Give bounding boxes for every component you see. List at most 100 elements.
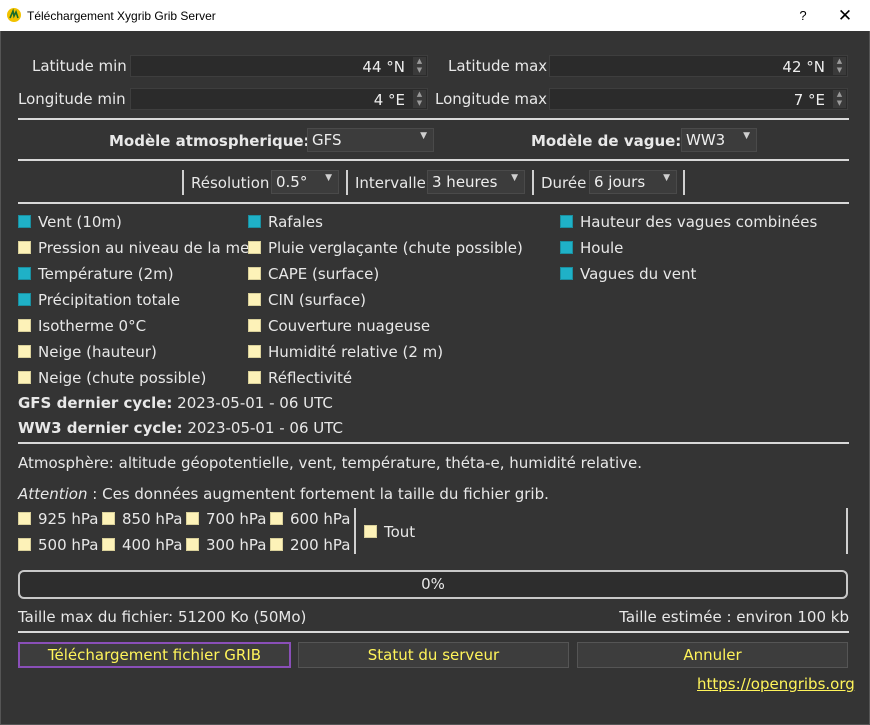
checkbox-indicator[interactable] [186, 538, 199, 551]
separator [182, 170, 184, 195]
duration-select[interactable]: 6 jours ▼ [589, 170, 677, 194]
checkbox-level-850[interactable]: 850 hPa [102, 510, 182, 528]
app-logo-icon [7, 8, 21, 22]
checkbox-indicator[interactable] [560, 241, 573, 254]
separator [532, 170, 534, 195]
checkbox-indicator[interactable] [364, 525, 377, 538]
checkbox-indicator[interactable] [560, 215, 573, 228]
close-button[interactable]: ✕ [826, 0, 864, 31]
down-arrow-icon: ▼ [413, 66, 426, 75]
checkbox-indicator[interactable] [270, 538, 283, 551]
gfs-cycle: GFS dernier cycle: 2023-05-01 - 06 UTC [18, 394, 333, 412]
longitude-max-spinbox[interactable]: 7 °E ▲ ▼ [549, 88, 848, 110]
interval-value: 3 heures [432, 173, 498, 191]
checkbox-indicator[interactable] [186, 512, 199, 525]
checkbox-snow-depth[interactable]: Neige (hauteur) [18, 343, 157, 361]
checkbox-indicator[interactable] [248, 319, 261, 332]
checkbox-label: Pluie verglaçante (chute possible) [268, 239, 523, 257]
checkbox-level-500[interactable]: 500 hPa [18, 536, 98, 554]
ww3-cycle-label: WW3 dernier cycle: [18, 419, 183, 437]
checkbox-level-925[interactable]: 925 hPa [18, 510, 98, 528]
checkbox-indicator[interactable] [18, 293, 31, 306]
checkbox-label: Température (2m) [38, 265, 174, 283]
checkbox-reflectivity[interactable]: Réflectivité [248, 369, 352, 387]
latitude-max-value: 42 °N [782, 58, 825, 76]
checkbox-indicator[interactable] [18, 538, 31, 551]
checkbox-indicator[interactable] [248, 345, 261, 358]
checkbox-label: 400 hPa [122, 536, 183, 554]
longitude-max-arrows[interactable]: ▲ ▼ [833, 90, 846, 108]
help-button[interactable]: ? [792, 0, 814, 31]
checkbox-wind-waves[interactable]: Vagues du vent [560, 265, 696, 283]
checkbox-label: 200 hPa [290, 536, 351, 554]
checkbox-indicator[interactable] [18, 241, 31, 254]
checkbox-cloud-cover[interactable]: Couverture nuageuse [248, 317, 430, 335]
checkbox-all-levels[interactable]: Tout [364, 523, 415, 541]
latitude-min-arrows[interactable]: ▲ ▼ [413, 57, 426, 75]
gfs-cycle-label: GFS dernier cycle: [18, 394, 173, 412]
atmospheric-model-select[interactable]: GFS ▼ [307, 128, 434, 152]
down-arrow-icon: ▼ [413, 99, 426, 108]
checkbox-combined-waves[interactable]: Hauteur des vagues combinées [560, 213, 817, 231]
checkbox-indicator[interactable] [102, 538, 115, 551]
checkbox-indicator[interactable] [18, 512, 31, 525]
checkbox-indicator[interactable] [18, 371, 31, 384]
checkbox-indicator[interactable] [248, 215, 261, 228]
separator [18, 202, 849, 204]
checkbox-cape[interactable]: CAPE (surface) [248, 265, 379, 283]
separator [18, 442, 849, 444]
wave-model-select[interactable]: WW3 ▼ [681, 128, 757, 152]
chevron-down-icon: ▼ [420, 131, 427, 141]
checkbox-label: Hauteur des vagues combinées [580, 213, 818, 231]
longitude-min-spinbox[interactable]: 4 °E ▲ ▼ [130, 88, 428, 110]
resolution-select[interactable]: 0.5° ▼ [271, 170, 339, 194]
checkbox-indicator[interactable] [248, 241, 261, 254]
checkbox-precipitation[interactable]: Précipitation totale [18, 291, 180, 309]
checkbox-humidity[interactable]: Humidité relative (2 m) [248, 343, 443, 361]
latitude-max-arrows[interactable]: ▲ ▼ [833, 57, 846, 75]
window-title: Téléchargement Xygrib Grib Server [27, 9, 216, 23]
download-progress-bar: 0% [18, 570, 848, 599]
checkbox-indicator[interactable] [248, 371, 261, 384]
duration-label: Durée [541, 174, 587, 192]
checkbox-swell[interactable]: Houle [560, 239, 623, 257]
checkbox-indicator[interactable] [248, 293, 261, 306]
checkbox-indicator[interactable] [248, 267, 261, 280]
cancel-button[interactable]: Annuler [577, 642, 848, 668]
checkbox-freezing-rain[interactable]: Pluie verglaçante (chute possible) [248, 239, 523, 257]
chevron-down-icon: ▼ [511, 173, 518, 183]
down-arrow-icon: ▼ [833, 66, 846, 75]
latitude-max-spinbox[interactable]: 42 °N ▲ ▼ [549, 55, 848, 77]
checkbox-level-200[interactable]: 200 hPa [270, 536, 350, 554]
interval-select[interactable]: 3 heures ▼ [427, 170, 525, 194]
checkbox-cin[interactable]: CIN (surface) [248, 291, 366, 309]
checkbox-isotherm[interactable]: Isotherme 0°C [18, 317, 146, 335]
checkbox-level-600[interactable]: 600 hPa [270, 510, 350, 528]
opengribs-link[interactable]: https://opengribs.org [697, 675, 855, 693]
checkbox-level-300[interactable]: 300 hPa [186, 536, 266, 554]
latitude-min-value: 44 °N [362, 58, 405, 76]
checkbox-temperature[interactable]: Température (2m) [18, 265, 174, 283]
checkbox-gusts[interactable]: Rafales [248, 213, 323, 231]
download-grib-button[interactable]: Téléchargement fichier GRIB [18, 642, 291, 668]
checkbox-indicator[interactable] [18, 319, 31, 332]
resolution-value: 0.5° [276, 173, 308, 191]
checkbox-indicator[interactable] [18, 345, 31, 358]
checkbox-indicator[interactable] [270, 512, 283, 525]
latitude-min-spinbox[interactable]: 44 °N ▲ ▼ [130, 55, 428, 77]
checkbox-indicator[interactable] [18, 267, 31, 280]
checkbox-pressure[interactable]: Pression au niveau de la mer [18, 239, 255, 257]
checkbox-indicator[interactable] [560, 267, 573, 280]
duration-value: 6 jours [594, 173, 646, 191]
checkbox-indicator[interactable] [102, 512, 115, 525]
checkbox-label: Isotherme 0°C [38, 317, 147, 335]
checkbox-level-400[interactable]: 400 hPa [102, 536, 182, 554]
checkbox-level-700[interactable]: 700 hPa [186, 510, 266, 528]
max-file-size: Taille max du fichier: 51200 Ko (50Mo) [18, 608, 307, 626]
checkbox-label: Tout [384, 523, 416, 541]
longitude-min-arrows[interactable]: ▲ ▼ [413, 90, 426, 108]
checkbox-snow-fall[interactable]: Neige (chute possible) [18, 369, 206, 387]
server-status-button[interactable]: Statut du serveur [298, 642, 569, 668]
checkbox-wind[interactable]: Vent (10m) [18, 213, 122, 231]
checkbox-indicator[interactable] [18, 215, 31, 228]
